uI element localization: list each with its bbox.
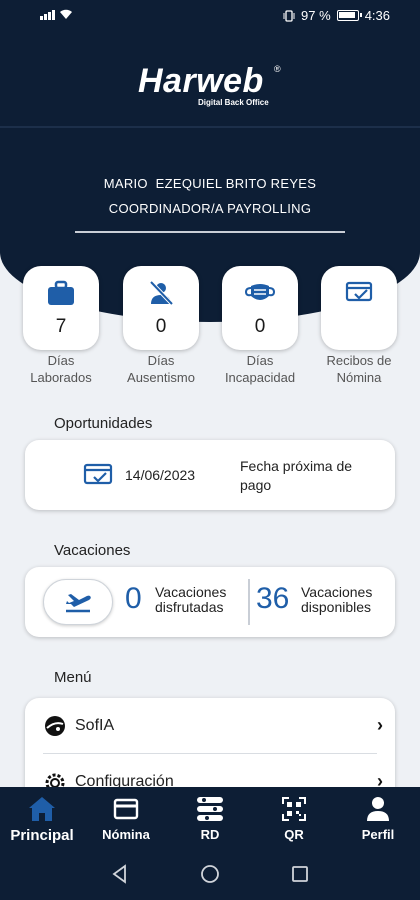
stat-recibos-nomina[interactable]: Recibos de Nómina bbox=[321, 266, 397, 386]
nav-rd[interactable]: RD bbox=[168, 787, 252, 849]
signal-icon bbox=[40, 10, 55, 20]
user-icon bbox=[366, 795, 390, 823]
menu-item-label: SofIA bbox=[75, 717, 115, 734]
rd-icon bbox=[195, 795, 225, 823]
nav-label: Nómina bbox=[102, 827, 150, 842]
stat-label: Días Incapacidad bbox=[224, 353, 296, 385]
stat-label: Días Ausentismo bbox=[127, 353, 195, 385]
status-bar: 97 % 4:36 bbox=[0, 0, 420, 32]
nav-principal[interactable]: Principal bbox=[0, 787, 84, 849]
receipt-check-icon bbox=[344, 278, 374, 308]
logo-subtitle: Digital Back Office bbox=[198, 98, 269, 107]
next-payment-date: 14/06/2023 bbox=[125, 467, 196, 483]
nav-label: Perfil bbox=[361, 827, 395, 842]
vacations-divider bbox=[248, 579, 250, 625]
briefcase-icon bbox=[46, 278, 76, 308]
vacations-available-label: Vacaciones disponibles bbox=[301, 584, 373, 615]
stat-card[interactable] bbox=[321, 266, 397, 350]
mask-icon bbox=[245, 278, 275, 308]
stat-value: 7 bbox=[55, 316, 67, 337]
battery-icon bbox=[336, 10, 362, 21]
nav-perfil[interactable]: Perfil bbox=[336, 787, 420, 849]
stat-label: Recibos de Nómina bbox=[326, 353, 392, 385]
stat-dias-laborados[interactable]: 7 Días Laborados bbox=[23, 266, 99, 386]
stat-card[interactable]: 0 bbox=[123, 266, 199, 350]
stat-value: 0 bbox=[254, 316, 266, 337]
stat-value: 0 bbox=[155, 316, 167, 337]
vacations-taken-label: Vacaciones disfrutadas bbox=[155, 584, 227, 615]
harweb-logo: Harweb ® Digital Back Office bbox=[138, 62, 281, 107]
payment-card-icon bbox=[83, 462, 113, 493]
status-right: 97 % 4:36 bbox=[283, 8, 390, 23]
menu-item-sofia[interactable]: SofIA › bbox=[25, 698, 395, 754]
nav-label: QR bbox=[284, 827, 304, 842]
person-off-icon bbox=[146, 278, 176, 308]
logo-registered: ® bbox=[274, 64, 281, 74]
qr-icon bbox=[281, 795, 307, 823]
home-circle-icon[interactable] bbox=[200, 864, 220, 889]
menu-title: Menú bbox=[54, 669, 92, 686]
home-icon bbox=[27, 795, 57, 823]
stat-card[interactable]: 0 bbox=[222, 266, 298, 350]
vacations-available-value: 36 bbox=[256, 582, 290, 615]
vacations-title: Vacaciones bbox=[54, 542, 131, 559]
card-icon bbox=[113, 795, 139, 823]
signal-wifi-group bbox=[40, 9, 73, 20]
stat-dias-incapacidad[interactable]: 0 Días Incapacidad bbox=[222, 266, 298, 386]
nav-nomina[interactable]: Nómina bbox=[84, 787, 168, 849]
clock: 4:36 bbox=[364, 8, 390, 23]
plane-takeoff-icon bbox=[66, 594, 91, 613]
home-screen: 97 % 4:36 Harweb ® Digital Back Office M… bbox=[0, 0, 420, 900]
sofia-logo-icon bbox=[43, 715, 67, 742]
chevron-right-icon: › bbox=[377, 715, 383, 735]
request-vacation-button[interactable] bbox=[43, 579, 113, 625]
recents-icon[interactable] bbox=[290, 864, 310, 889]
user-name: MARIO EZEQUIEL BRITO REYES bbox=[103, 176, 317, 191]
back-icon[interactable] bbox=[110, 864, 130, 889]
nav-label: Principal bbox=[10, 827, 74, 844]
stat-dias-ausentismo[interactable]: 0 Días Ausentismo bbox=[123, 266, 199, 386]
logo-name: Harweb bbox=[138, 62, 264, 100]
bottom-navigation: Principal Nómina RD QR Perfil bbox=[0, 787, 420, 849]
user-role: COORDINADOR/A PAYROLLING bbox=[108, 201, 312, 216]
stat-card[interactable]: 7 bbox=[23, 266, 99, 350]
opportunities-title: Oportunidades bbox=[54, 415, 153, 432]
vibrate-icon bbox=[283, 9, 295, 22]
user-divider bbox=[75, 231, 345, 233]
system-navigation-bar bbox=[0, 849, 420, 900]
next-payment-card[interactable]: 14/06/2023 Fecha próxima de pago bbox=[25, 440, 395, 510]
nav-label: RD bbox=[200, 827, 220, 842]
vacations-taken-value: 0 bbox=[125, 582, 142, 615]
wifi-icon bbox=[60, 9, 72, 19]
battery-percent: 97 % bbox=[301, 8, 331, 23]
nav-qr[interactable]: QR bbox=[252, 787, 336, 849]
stat-label: Días Laborados bbox=[30, 353, 92, 385]
vacations-card: 0 Vacaciones disfrutadas 36 Vacaciones dis… bbox=[25, 567, 395, 637]
next-payment-label: Fecha próxima de pago bbox=[240, 458, 353, 493]
